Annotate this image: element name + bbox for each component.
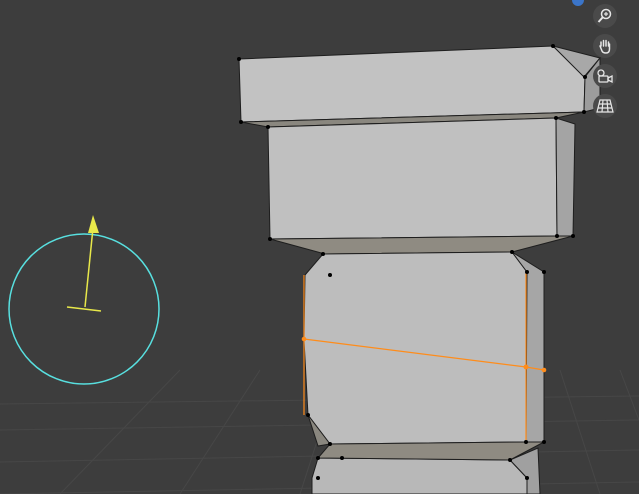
mesh-block-3-front[interactable] [303, 251, 528, 445]
mesh-top-slab-front[interactable] [238, 45, 586, 123]
mesh-bevel-4 [316, 441, 545, 461]
3d-viewport[interactable] [0, 0, 639, 494]
navigation-gizmo [593, 4, 619, 124]
mesh-object[interactable] [238, 45, 601, 494]
pan-button[interactable] [593, 34, 617, 58]
mesh-block-4-front[interactable] [311, 457, 528, 494]
mesh-bevel-2 [269, 235, 574, 255]
pan-hand-icon [599, 39, 611, 54]
light-direction-line [84, 227, 94, 308]
light-base-line [66, 306, 102, 312]
light-gizmo[interactable] [8, 215, 160, 385]
mesh-block-2-side [555, 117, 576, 237]
mesh-block-2-front[interactable] [267, 117, 558, 240]
light-direction-arrowhead[interactable] [88, 215, 99, 233]
camera-icon [597, 69, 613, 84]
grid-perspective-icon [596, 99, 614, 113]
zoom-icon [597, 8, 612, 23]
camera-view-button[interactable] [593, 64, 617, 88]
zoom-button[interactable] [593, 4, 617, 28]
perspective-toggle-button[interactable] [593, 94, 617, 118]
viewport-scene[interactable] [0, 0, 639, 494]
